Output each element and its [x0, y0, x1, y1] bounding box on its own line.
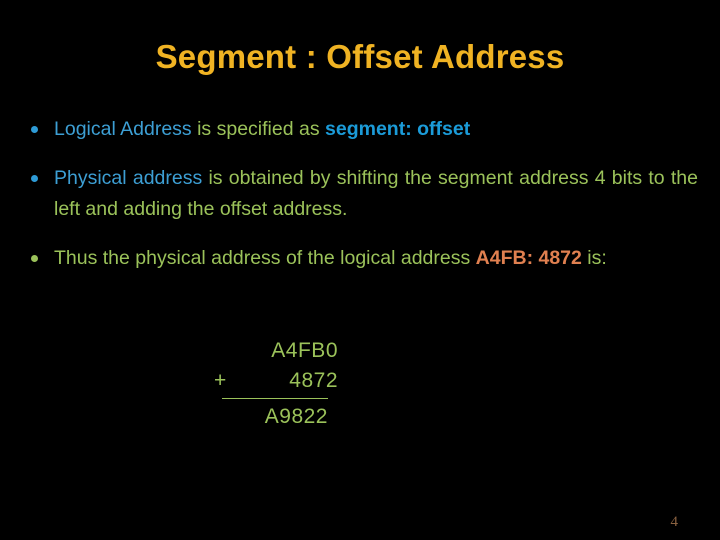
bullet-3-segment-3: is: [581, 247, 607, 269]
address-calculation: A4FB0 + 4872 A9822 [196, 336, 376, 432]
calculation-sum: A9822 [264, 405, 328, 428]
bullet-1-segment-3: segment: offset [325, 118, 471, 140]
bullet-list: Logical Address is specified as segment:… [22, 114, 698, 292]
calculation-row-addend-2: + 4872 [196, 366, 376, 396]
bullet-item-2-text: Physical address is obtained by shifting… [54, 163, 698, 225]
bullet-1-segment-1: Logical Address [54, 118, 198, 140]
bullet-item-3-text: Thus the physical address of the logical… [54, 243, 698, 274]
bullet-item-2: Physical address is obtained by shifting… [22, 163, 698, 225]
page-number: 4 [670, 514, 679, 530]
calculation-row-sum: A9822 [196, 402, 376, 432]
bullet-marker-icon [31, 255, 38, 262]
presentation-slide: Segment : Offset Address Logical Address… [0, 0, 720, 540]
bullet-item-1-text: Logical Address is specified as segment:… [54, 114, 698, 145]
bullet-marker-icon [31, 175, 38, 182]
bullet-2-segment-1: Physical address [54, 167, 209, 189]
calculation-addend-2: 4872 [289, 369, 338, 392]
bullet-item-3: Thus the physical address of the logical… [22, 243, 698, 274]
bullet-3-segment-1: Thus the physical address of the logical… [54, 247, 476, 269]
calculation-row-addend-1: A4FB0 [196, 336, 376, 366]
calculation-addend-1: A4FB0 [271, 339, 338, 362]
calculation-divider [222, 398, 328, 399]
page-title: Segment : Offset Address [155, 38, 565, 75]
bullet-marker-icon [31, 126, 38, 133]
bullet-3-segment-2: A4FB: 4872 [475, 247, 582, 269]
calculation-operator: + [214, 369, 227, 392]
bullet-item-1: Logical Address is specified as segment:… [22, 114, 698, 145]
bullet-1-segment-2: is specified as [197, 118, 325, 140]
